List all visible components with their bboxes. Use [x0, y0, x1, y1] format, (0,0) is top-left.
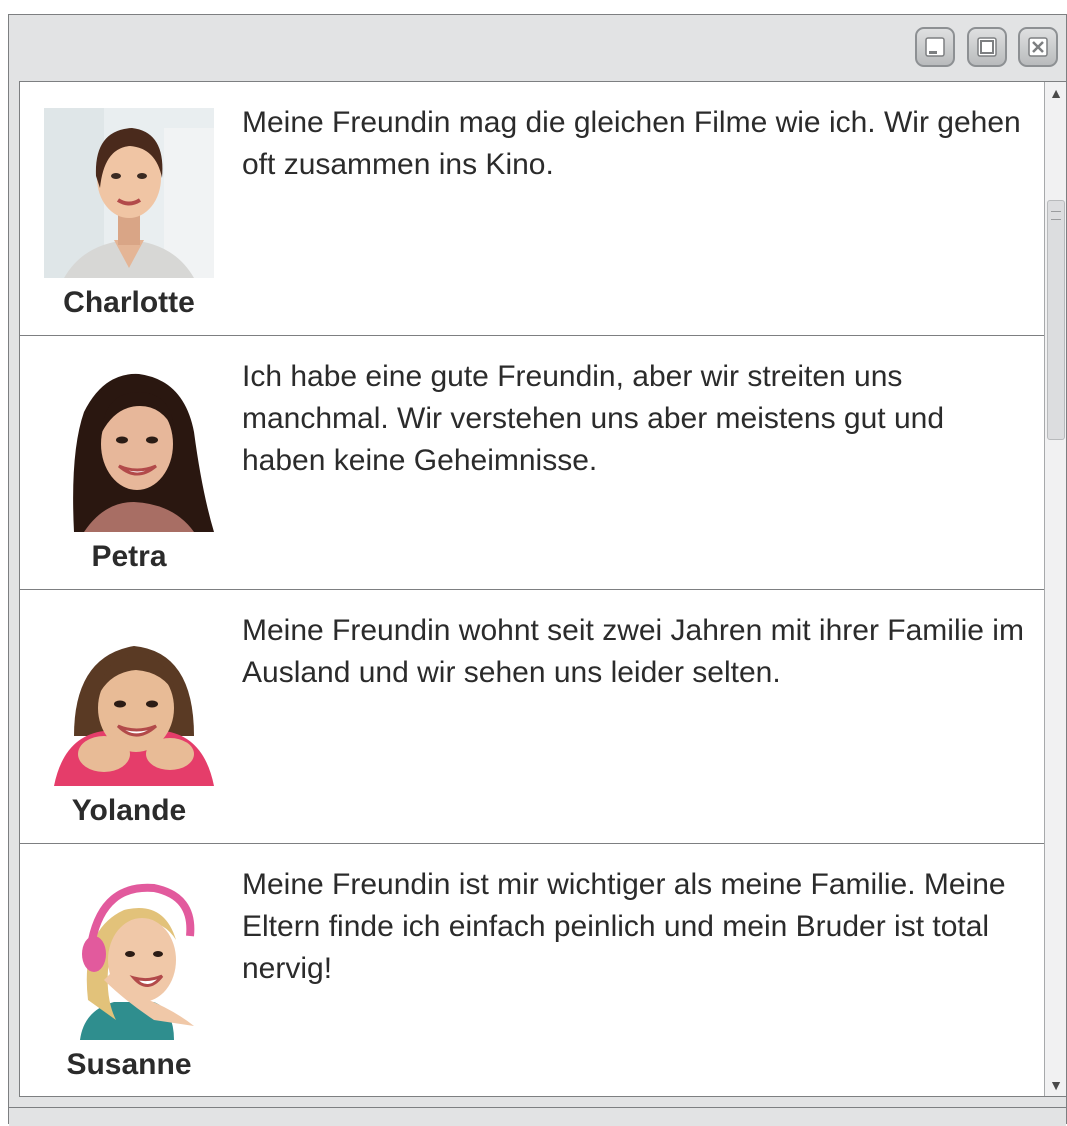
list-item: Petra Ich habe eine gute Freundin, aber … — [20, 336, 1044, 590]
maximize-button[interactable] — [967, 27, 1007, 67]
portrait-petra — [44, 362, 214, 532]
message-text: Meine Freundin mag die gleichen Filme wi… — [242, 106, 1021, 181]
maximize-icon — [977, 37, 997, 57]
close-button[interactable] — [1018, 27, 1058, 67]
message-text: Ich habe eine gute Freundin, aber wir st… — [242, 360, 944, 477]
message-list: Charlotte Meine Freundin mag die gleiche… — [19, 81, 1067, 1097]
minimize-icon — [925, 37, 945, 57]
title-bar — [9, 15, 1066, 81]
message-text: Meine Freundin wohnt seit zwei Jahren mi… — [242, 614, 1024, 689]
author-name: Charlotte — [63, 286, 195, 319]
vertical-scrollbar[interactable]: ▲ ▼ — [1044, 82, 1066, 1096]
portrait-yolande — [44, 616, 214, 786]
arrow-down-icon[interactable]: ▼ — [1045, 1074, 1066, 1096]
scrollbar-thumb[interactable] — [1047, 200, 1065, 440]
message-text: Meine Freundin ist mir wichtiger als mei… — [242, 868, 1006, 985]
app-window: Charlotte Meine Freundin mag die gleiche… — [8, 14, 1067, 1126]
portrait-charlotte — [44, 108, 214, 278]
list-item: Yolande Meine Freundin wohnt seit zwei J… — [20, 590, 1044, 844]
list-item: Charlotte Meine Freundin mag die gleiche… — [20, 82, 1044, 336]
arrow-up-icon[interactable]: ▲ — [1045, 82, 1066, 104]
author-name: Petra — [91, 540, 167, 573]
portrait-susanne — [44, 870, 214, 1040]
author-name: Susanne — [66, 1048, 192, 1081]
minimize-button[interactable] — [915, 27, 955, 67]
status-bar — [9, 1107, 1066, 1126]
author-name: Yolande — [71, 794, 187, 827]
close-icon — [1028, 37, 1048, 57]
grip-icon — [1051, 211, 1061, 220]
list-item: Susanne Meine Freundin ist mir wichtiger… — [20, 844, 1044, 1096]
